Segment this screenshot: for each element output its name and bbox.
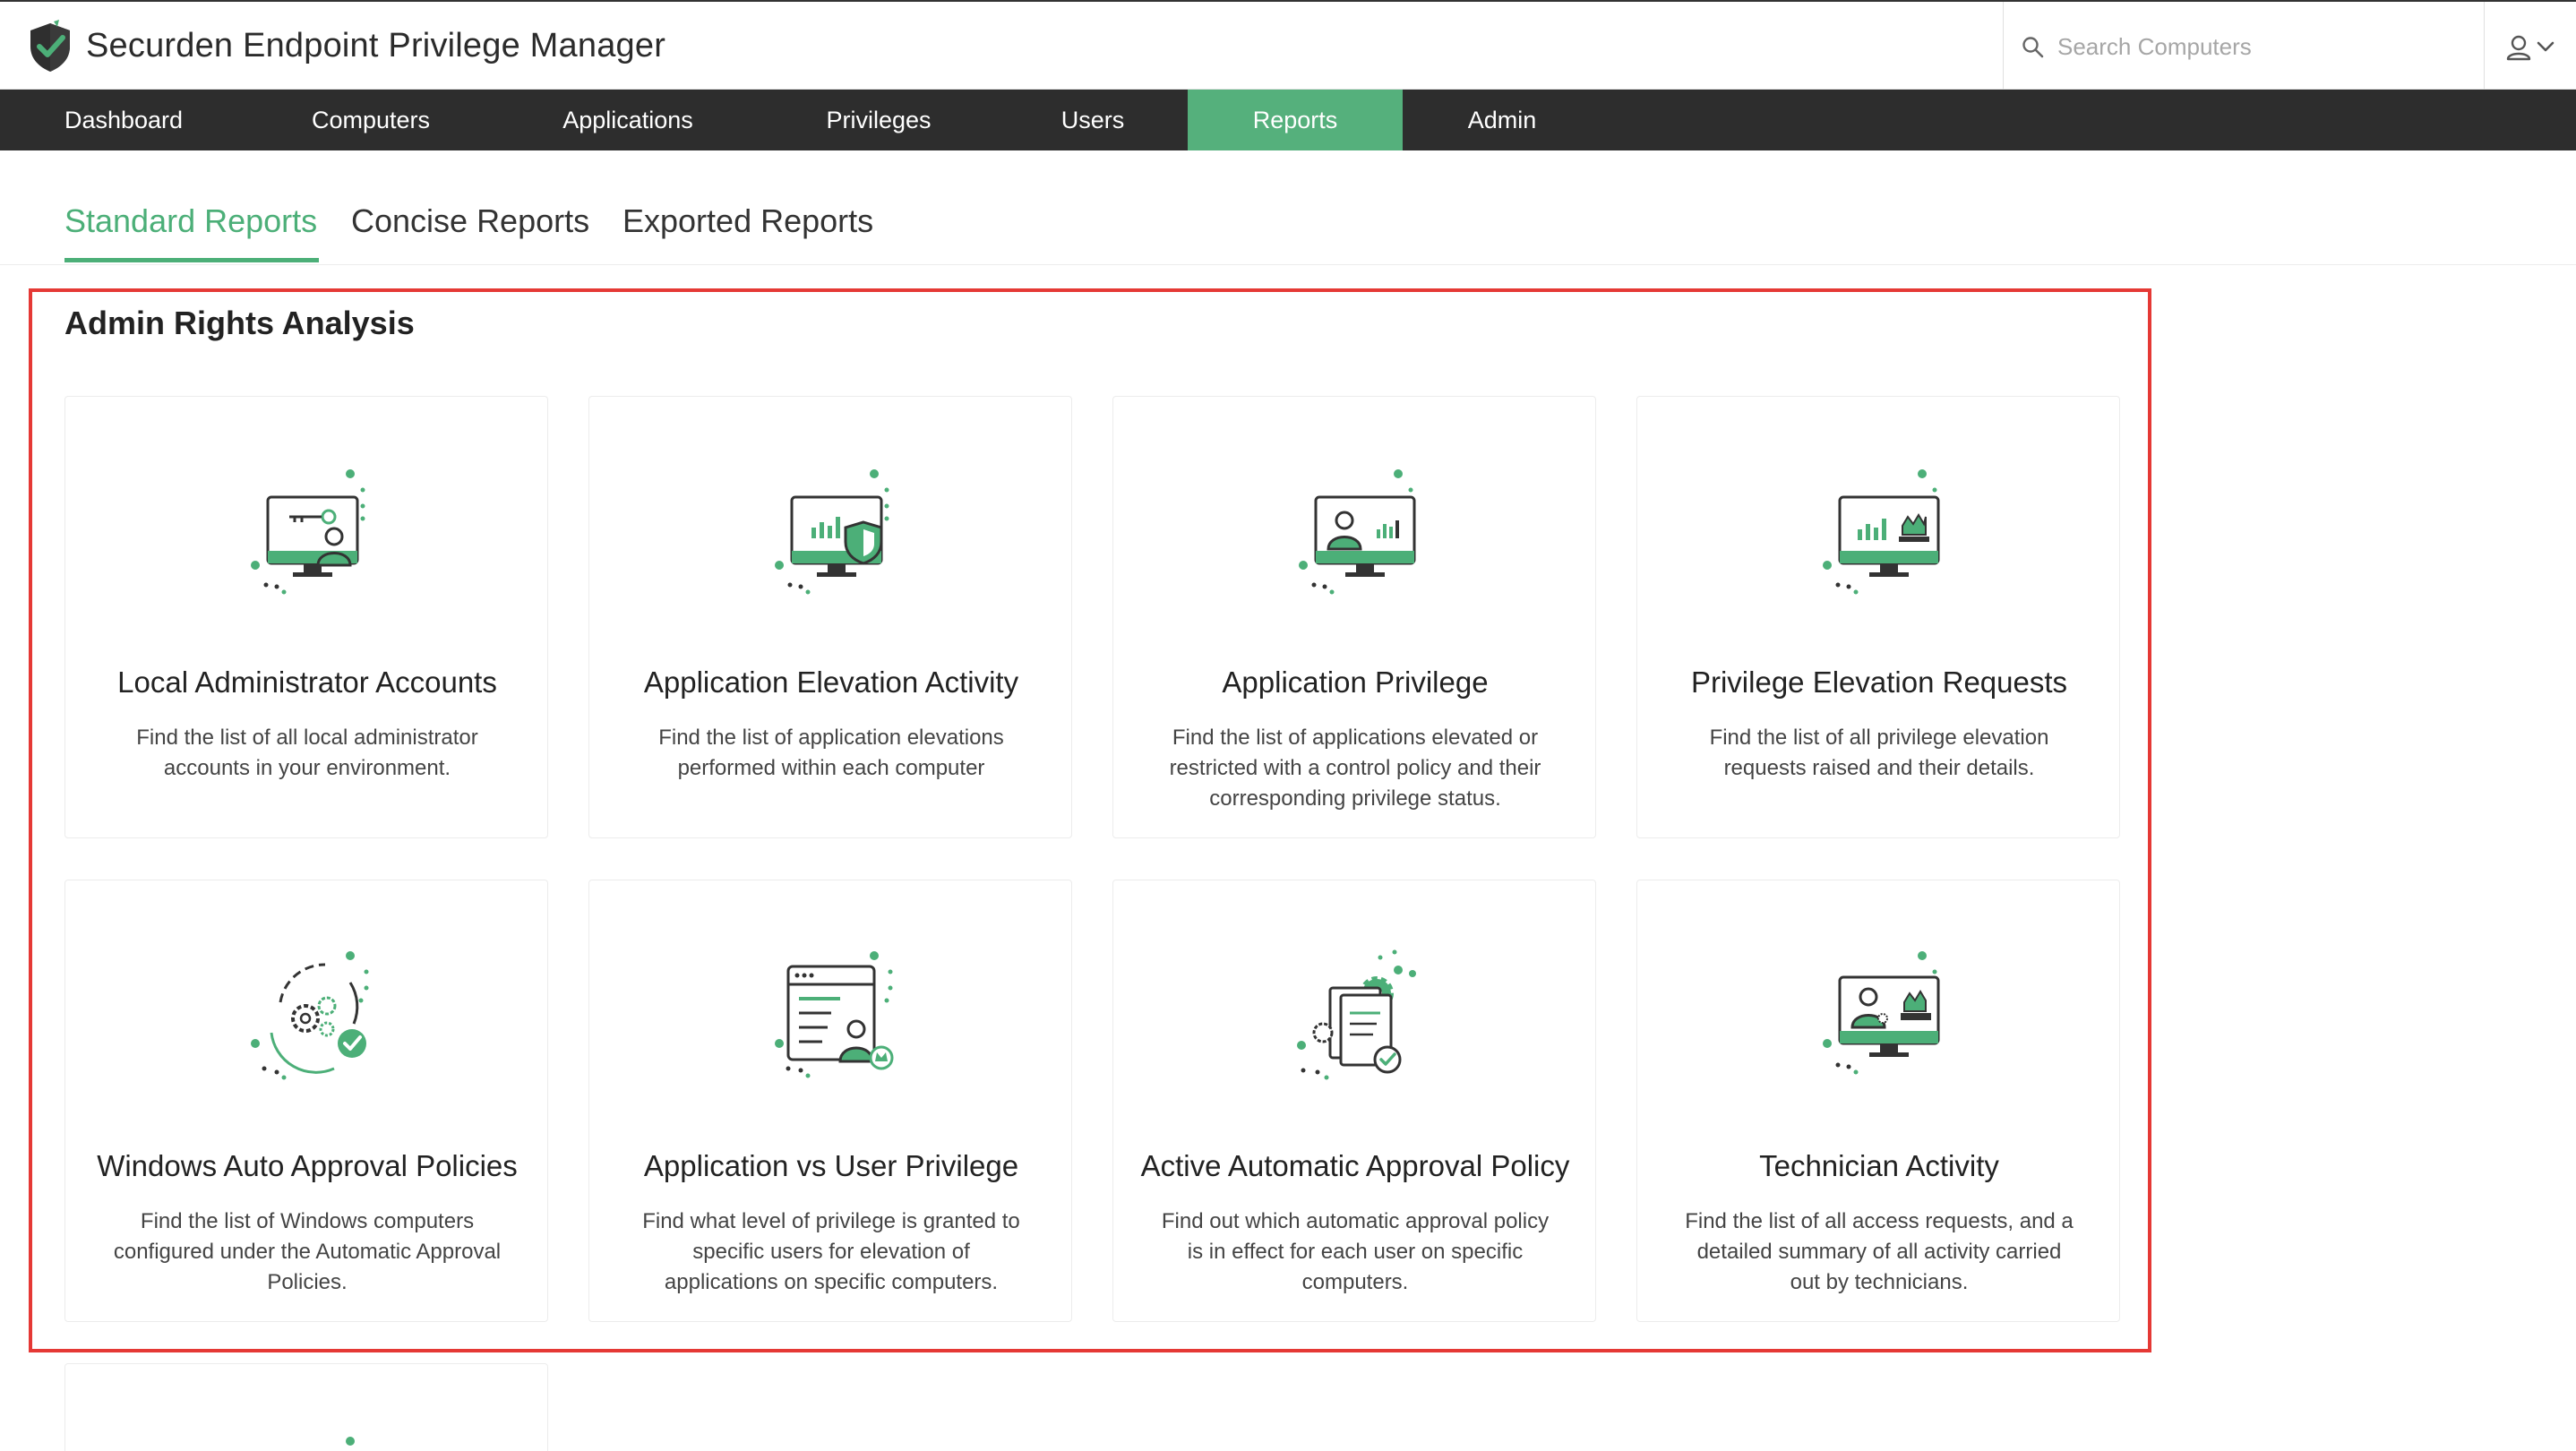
tab-exported-reports[interactable]: Exported Reports	[623, 202, 873, 240]
card-description: Find the list of all privilege elevation…	[1709, 726, 2049, 780]
card-description: Find the list of Windows computers confi…	[113, 1209, 502, 1294]
search-input[interactable]	[2057, 29, 2451, 64]
card-description: Find the list of applications elevated o…	[1169, 726, 1541, 811]
user-menu-icon[interactable]	[2499, 30, 2562, 66]
report-card-application-privilege[interactable]: Application Privilege Find the list of a…	[1112, 396, 1596, 838]
card-description: Find what level of privilege is granted …	[642, 1209, 1020, 1294]
report-card-privilege-elevation-requests[interactable]: Privilege Elevation Requests Find the li…	[1636, 396, 2120, 838]
monitor-user-chart-icon	[1299, 469, 1416, 595]
section-title: Admin Rights Analysis	[64, 305, 415, 341]
nav-dashboard[interactable]: Dashboard	[45, 90, 202, 150]
nav-users[interactable]: Users	[1039, 90, 1146, 150]
nav-applications[interactable]: Applications	[543, 90, 713, 150]
card-title: Application vs User Privilege	[643, 1149, 1019, 1182]
monitor-chart-shield-icon	[775, 469, 889, 595]
decorative-dots-icon	[346, 1437, 355, 1446]
nav-privileges[interactable]: Privileges	[806, 90, 951, 150]
tab-standard-reports[interactable]: Standard Reports	[64, 202, 317, 240]
report-card-active-automatic-approval-policy[interactable]: Active Automatic Approval Policy Find ou…	[1112, 880, 1596, 1322]
report-card-technician-activity[interactable]: Technician Activity Find the list of all…	[1636, 880, 2120, 1322]
window-list-user-crown-icon	[775, 951, 894, 1078]
card-description: Find out which automatic approval policy…	[1161, 1209, 1550, 1294]
card-title: Local Administrator Accounts	[117, 665, 497, 699]
main-nav: Dashboard Computers Applications Privile…	[0, 90, 2576, 150]
report-card-windows-auto-approval-policies[interactable]: Windows Auto Approval Policies Find the …	[64, 880, 548, 1322]
report-card-partial[interactable]	[64, 1363, 548, 1451]
card-title: Windows Auto Approval Policies	[97, 1149, 518, 1182]
card-title: Technician Activity	[1759, 1149, 1999, 1182]
monitor-technician-icon	[1823, 951, 1940, 1075]
nav-admin[interactable]: Admin	[1446, 90, 1558, 150]
nav-reports[interactable]: Reports	[1188, 90, 1403, 150]
app-title: Securden Endpoint Privilege Manager	[86, 27, 666, 64]
card-description: Find the list of all access requests, an…	[1685, 1209, 2074, 1294]
report-card-application-elevation-activity[interactable]: Application Elevation Activity Find the …	[588, 396, 1072, 838]
card-title: Application Privilege	[1222, 665, 1489, 699]
tab-concise-reports[interactable]: Concise Reports	[351, 202, 589, 240]
card-title: Application Elevation Activity	[643, 665, 1019, 699]
report-tabs: Standard Reports Concise Reports Exporte…	[0, 150, 2576, 265]
active-tab-indicator	[64, 258, 319, 262]
app-header: Securden Endpoint Privilege Manager	[0, 0, 2576, 91]
card-description: Find the list of application elevations …	[658, 726, 1004, 780]
card-title: Privilege Elevation Requests	[1690, 665, 2068, 699]
card-title: Active Automatic Approval Policy	[1140, 1149, 1570, 1182]
card-description: Find the list of all local administrator…	[136, 726, 478, 780]
monitor-key-user-icon	[251, 469, 365, 595]
nav-computers[interactable]: Computers	[297, 90, 444, 150]
document-gear-check-icon	[1297, 949, 1416, 1080]
search-box[interactable]	[2003, 2, 2485, 91]
shield-check-icon	[30, 20, 70, 72]
gears-cycle-check-icon	[251, 951, 369, 1080]
search-icon	[2022, 37, 2044, 58]
report-card-local-admin-accounts[interactable]: Local Administrator Accounts Find the li…	[64, 396, 548, 838]
report-card-application-vs-user-privilege[interactable]: Application vs User Privilege Find what …	[588, 880, 1072, 1322]
monitor-chart-crown-icon	[1823, 469, 1940, 595]
